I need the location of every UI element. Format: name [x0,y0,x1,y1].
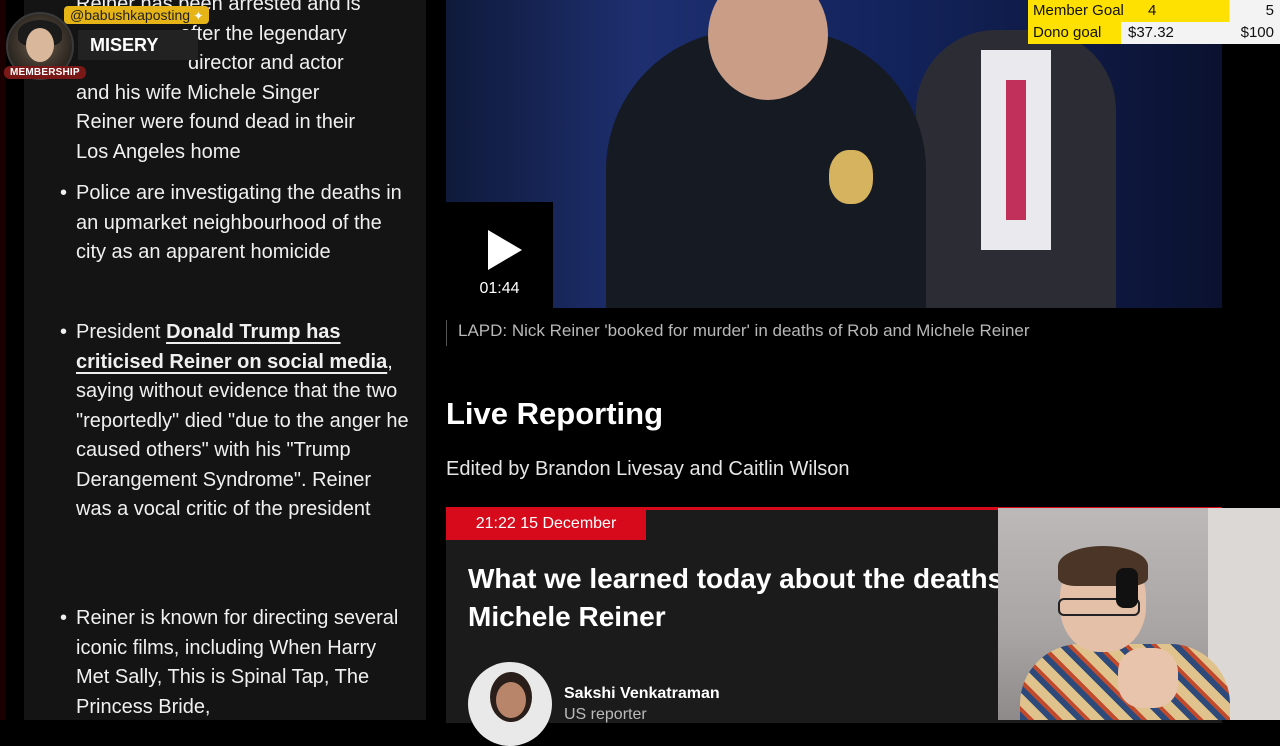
stream-goals: Member Goal 4 5 Dono goal $37.32 $100 [1028,0,1280,44]
dono-goal-current: $37.32 [1128,24,1174,41]
member-goal-max: 5 [1265,2,1274,19]
video-player[interactable]: 01:44 [446,0,1222,308]
membership-badge: MEMBERSHIP [4,66,86,79]
video-caption: LAPD: Nick Reiner 'booked for murder' in… [446,320,1030,346]
bullet-suffix: , saying without evidence that the two "… [76,350,409,521]
stream-status-label: MISERY [78,30,198,60]
member-goal-label: Member Goal [1033,2,1124,19]
bullet-text: Police are investigating the deaths in a… [76,182,402,263]
dono-goal-label: Dono goal [1033,24,1102,41]
webcam-person-hand [1118,648,1178,708]
bullet-dot-icon: • [60,607,68,629]
streamer-overlay: MEMBERSHIP @babushkaposting ✦ MISERY [0,0,250,90]
bullet-line: Los Angeles home [76,140,241,163]
member-goal-current: 4 [1148,2,1157,19]
video-frame-tie [1006,80,1026,220]
bullet-text: Reiner is known for directing several ic… [76,607,399,718]
streamer-handle: @babushkaposting ✦ [64,6,210,24]
author-face [496,682,526,718]
video-duration: 01:44 [479,280,520,297]
left-edge [0,0,6,720]
author-role: US reporter [564,706,647,723]
bullet-text: President Donald Trump has criticised Re… [76,318,410,525]
handle-text: @babushkaposting [70,7,191,23]
webcam-overlay [998,508,1280,720]
sparkle-icon: ✦ [190,9,204,23]
author-name: Sakshi Venkatraman [564,685,720,702]
dono-goal-max: $100 [1240,24,1274,41]
play-icon [488,230,522,270]
dono-goal-bar: Dono goal $37.32 $100 [1028,22,1280,44]
police-badge-icon [829,150,873,204]
article-summary: Reiner has been arrested and is after th… [24,0,426,720]
author-avatar [468,662,552,746]
member-goal-bar: Member Goal 4 5 [1028,0,1280,22]
bullet-dot-icon: • [60,182,68,204]
bullet-prefix: President [76,321,167,343]
page-title: Live Reporting [446,396,664,431]
avatar-face [26,28,54,62]
bullet-dot-icon: • [60,321,68,343]
headset-icon [1116,568,1138,608]
play-button[interactable]: 01:44 [446,202,553,308]
post-timestamp: 21:22 15 December [446,510,646,540]
bullet-line: Reiner were found dead in their [76,111,356,133]
editors-line: Edited by Brandon Livesay and Caitlin Wi… [446,458,850,480]
